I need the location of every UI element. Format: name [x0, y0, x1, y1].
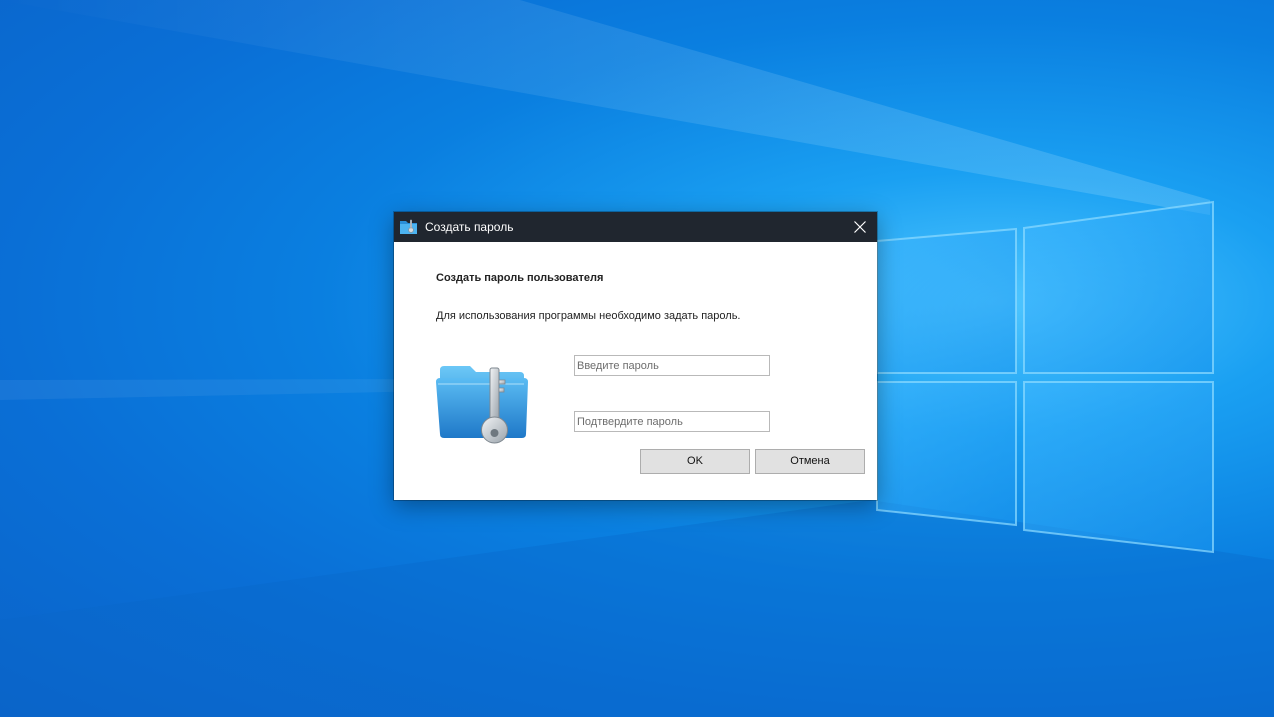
cancel-button[interactable]: Отмена [755, 449, 865, 474]
close-icon [854, 221, 866, 233]
folder-key-icon [436, 366, 528, 444]
dialog-title: Создать пароль [425, 220, 514, 234]
ok-button[interactable]: OK [640, 449, 750, 474]
confirm-password-input[interactable] [574, 411, 770, 432]
create-password-dialog: Создать пароль Создать пароль пользовате… [394, 212, 877, 500]
dialog-titlebar[interactable]: Создать пароль [394, 212, 877, 242]
dialog-heading: Создать пароль пользователя [436, 272, 604, 284]
close-button[interactable] [843, 212, 877, 242]
dialog-description: Для использования программы необходимо з… [436, 310, 741, 322]
password-input[interactable] [574, 355, 770, 376]
folder-key-icon [400, 219, 417, 234]
